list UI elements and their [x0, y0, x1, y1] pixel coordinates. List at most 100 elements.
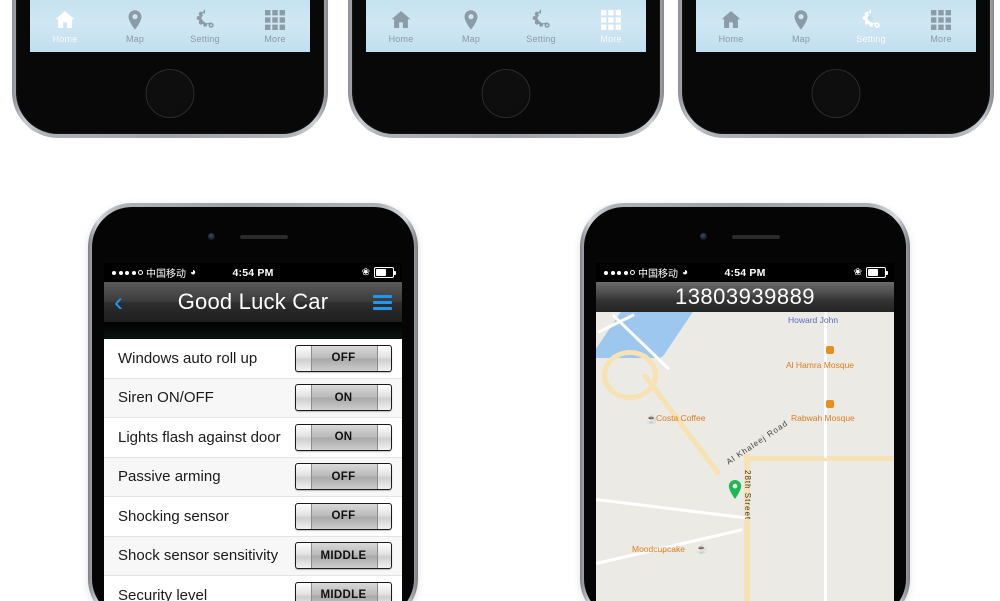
- status-bar-right: ❀: [362, 267, 396, 278]
- tab-home[interactable]: Home: [696, 0, 766, 52]
- map-pin-icon: [794, 9, 808, 30]
- table-row[interactable]: Windows auto roll up OFF: [104, 339, 402, 379]
- map-roundabout: [602, 350, 658, 400]
- tab-label: Setting: [526, 33, 556, 44]
- earpiece-speaker: [732, 235, 781, 239]
- tab-bar[interactable]: Home Map Setting More: [366, 0, 646, 52]
- screen-divider: [104, 322, 402, 339]
- app-screen: Home Map Setting More: [696, 0, 976, 52]
- status-bar-time: 4:54 PM: [724, 266, 766, 279]
- navigation-bar: ‹ Good Luck Car: [104, 282, 402, 322]
- setting-toggle[interactable]: OFF: [295, 502, 392, 530]
- status-bar: 中国移动 ◕ 4:54 PM ❀: [596, 263, 894, 282]
- tab-setting[interactable]: Setting: [506, 0, 576, 52]
- setting-label: Shock sensor sensitivity: [118, 547, 279, 565]
- app-screen: Home Map Setting More: [366, 0, 646, 52]
- phone-face: Home Map Setting More: [682, 0, 990, 134]
- screenshot-stage: Home Map Setting More Home Map Setting M…: [0, 0, 1000, 601]
- table-row[interactable]: Siren ON/OFF ON: [104, 378, 402, 418]
- tab-label: Home: [718, 33, 744, 44]
- map-phone: 中国移动 ◕ 4:54 PM ❀ 13803939889 Howard John…: [580, 203, 910, 601]
- location-pin-icon[interactable]: [728, 480, 742, 499]
- map-road-al-khaleej: [746, 456, 894, 461]
- page-title: 13803939889: [674, 284, 816, 309]
- top-phone-setting: Home Map Setting More: [678, 0, 994, 138]
- setting-label: Windows auto roll up: [118, 349, 258, 367]
- map-minor-road: [824, 312, 827, 458]
- tab-map[interactable]: Map: [100, 0, 170, 52]
- map-pin-icon: [128, 9, 142, 30]
- tab-label: More: [930, 33, 952, 44]
- table-row[interactable]: Shock sensor sensitivity MIDDLE: [104, 536, 402, 576]
- navigation-bar: 13803939889: [596, 282, 894, 312]
- tab-label: More: [600, 33, 622, 44]
- setting-toggle[interactable]: ON: [295, 384, 392, 412]
- gear-icon: [532, 9, 550, 28]
- tab-more[interactable]: More: [240, 0, 310, 52]
- app-screen: 中国移动 ◕ 4:54 PM ❀ ‹ Good Luck Car Windows…: [104, 263, 402, 601]
- top-phone-more: Home Map Setting More: [348, 0, 664, 138]
- table-row[interactable]: Lights flash against door ON: [104, 418, 402, 458]
- grid-icon: [265, 9, 285, 30]
- tab-setting[interactable]: Setting: [170, 0, 240, 52]
- battery-icon: [866, 267, 888, 278]
- setting-toggle[interactable]: OFF: [295, 344, 392, 372]
- tab-bar[interactable]: Home Map Setting More: [30, 0, 310, 52]
- toggle-value: ON: [334, 391, 353, 404]
- gear-icon: [862, 9, 880, 28]
- tab-home[interactable]: Home: [366, 0, 436, 52]
- tab-label: Map: [125, 33, 145, 44]
- tab-label: Setting: [190, 33, 220, 44]
- setting-toggle[interactable]: MIDDLE: [295, 581, 392, 601]
- map-poi-label: Rabwah Mosque: [791, 413, 855, 423]
- tab-label: Map: [791, 33, 811, 44]
- home-icon: [55, 10, 75, 28]
- map-pin-icon: [464, 9, 478, 30]
- tab-bar[interactable]: Home Map Setting More: [696, 0, 976, 52]
- table-row[interactable]: Passive arming OFF: [104, 457, 402, 497]
- tab-map[interactable]: Map: [436, 0, 506, 52]
- phone-face: 中国移动 ◕ 4:54 PM ❀ ‹ Good Luck Car Windows…: [92, 207, 414, 601]
- bluetooth-icon: ❀: [853, 267, 862, 278]
- app-screen: Home Map Setting More: [30, 0, 310, 52]
- home-icon: [391, 10, 411, 28]
- map-canvas[interactable]: Howard John Al Hamra Mosque Rabwah Mosqu…: [596, 312, 894, 601]
- map-poi-label: Al Hamra Mosque: [786, 360, 855, 370]
- earpiece-speaker: [240, 235, 289, 239]
- hamburger-menu-icon[interactable]: [373, 294, 392, 310]
- setting-toggle[interactable]: MIDDLE: [295, 542, 392, 570]
- setting-toggle[interactable]: ON: [295, 423, 392, 451]
- setting-label: Siren ON/OFF: [118, 389, 214, 407]
- home-icon: [721, 10, 741, 28]
- home-button[interactable]: [145, 69, 195, 118]
- map-water-body: [596, 312, 695, 358]
- tab-map[interactable]: Map: [766, 0, 836, 52]
- map-street-label: 28th Street: [743, 470, 752, 521]
- front-camera-icon: [699, 233, 707, 240]
- home-button[interactable]: [811, 69, 861, 118]
- tab-more[interactable]: More: [906, 0, 976, 52]
- phone-notch-area: [584, 207, 906, 263]
- status-bar: 中国移动 ◕ 4:54 PM ❀: [104, 263, 402, 282]
- phone-face: Home Map Setting More: [16, 0, 324, 134]
- table-row[interactable]: Shocking sensor OFF: [104, 497, 402, 537]
- front-camera-icon: [207, 233, 215, 240]
- setting-label: Passive arming: [118, 468, 221, 486]
- tab-label: Home: [52, 33, 78, 44]
- tab-setting[interactable]: Setting: [836, 0, 906, 52]
- map-minor-road: [824, 461, 827, 601]
- setting-toggle[interactable]: OFF: [295, 463, 392, 491]
- table-row[interactable]: Security level MIDDLE: [104, 576, 402, 601]
- setting-label: Shocking sensor: [118, 507, 229, 525]
- grid-icon: [601, 9, 621, 30]
- tab-label: More: [264, 33, 286, 44]
- home-button[interactable]: [481, 69, 531, 118]
- tab-more[interactable]: More: [576, 0, 646, 52]
- page-title: Good Luck Car: [177, 289, 329, 314]
- settings-phone: 中国移动 ◕ 4:54 PM ❀ ‹ Good Luck Car Windows…: [88, 203, 418, 601]
- map-poi-label: Costa Coffee: [656, 413, 706, 423]
- map-poi-label: Howard John: [788, 315, 839, 325]
- status-bar-time: 4:54 PM: [232, 266, 274, 279]
- tab-home[interactable]: Home: [30, 0, 100, 52]
- tab-label: Home: [388, 33, 414, 44]
